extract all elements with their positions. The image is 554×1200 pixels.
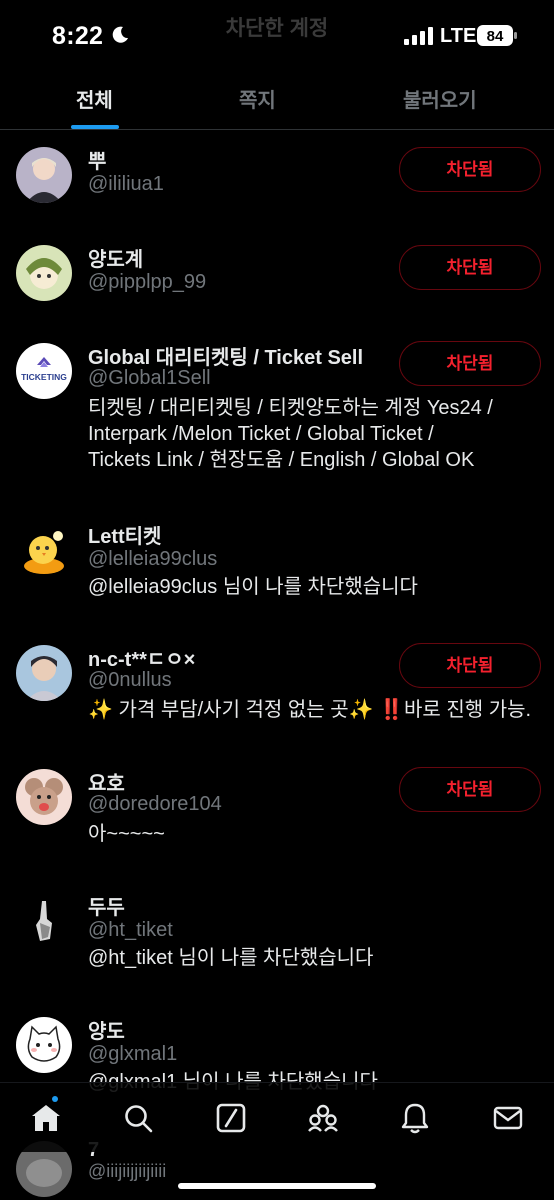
account-handle[interactable]: @glxmal1 <box>88 1043 177 1066</box>
grok-icon[interactable] <box>214 1101 248 1135</box>
account-handle[interactable]: @lelleia99clus <box>88 548 217 571</box>
account-bio: @ht_tiket 님이 나를 차단했습니다 <box>88 945 540 971</box>
avatar[interactable] <box>16 769 72 825</box>
bio-line: ✨ 가격 부담/사기 걱정 없는 곳✨ ‼️바로 진행 가능. <box>88 699 532 721</box>
blocked-button[interactable]: 차단됨 <box>399 341 541 386</box>
account-handle[interactable]: @pipplpp_99 <box>88 271 206 294</box>
avatar[interactable] <box>16 522 72 578</box>
battery-level: 84 <box>487 28 504 45</box>
avatar[interactable]: TICKETING <box>16 343 72 399</box>
status-time: 8:22 <box>52 22 104 50</box>
status-bar: 차단한 계정 8:22 LTE 84 <box>0 0 554 66</box>
avatar[interactable] <box>16 645 72 701</box>
blocked-button[interactable]: 차단됨 <box>399 643 541 688</box>
tab-messages[interactable]: 쪽지 <box>239 84 276 113</box>
bio-line: @lelleia99clus 님이 나를 차단했습니다 <box>88 576 418 598</box>
signal-icon <box>404 27 433 45</box>
messages-icon[interactable] <box>491 1101 525 1135</box>
avatar[interactable] <box>16 1017 72 1073</box>
blocked-button[interactable]: 차단됨 <box>399 245 541 290</box>
notifications-icon[interactable] <box>398 1101 432 1135</box>
account-name[interactable]: 양도 <box>88 1015 125 1044</box>
account-name[interactable]: 뿌 <box>88 145 106 174</box>
account-name[interactable]: n-c-t**ㄷㅇ× <box>88 643 195 672</box>
tab-bar: 전체 쪽지 불러오기 <box>0 66 554 130</box>
bio-line: @ht_tiket 님이 나를 차단했습니다 <box>88 947 374 969</box>
account-name[interactable]: 양도계 <box>88 243 143 272</box>
moon-icon <box>112 26 128 43</box>
communities-icon[interactable] <box>306 1101 340 1135</box>
new-posts-dot <box>52 1096 58 1102</box>
bio-line: 아~~~~~ <box>88 823 165 845</box>
blocked-button[interactable]: 차단됨 <box>399 147 541 192</box>
account-bio: 아~~~~~ <box>88 821 540 847</box>
tab-all[interactable]: 전체 <box>76 84 113 113</box>
tab-indicator <box>71 125 119 129</box>
account-bio: 티켓팅 / 대리티켓팅 / 티켓양도하는 계정 Yes24 / Interpar… <box>88 395 540 473</box>
account-name[interactable]: Global 대리티켓팅 / Ticket Sell <box>88 341 363 370</box>
bio-line: Interpark /Melon Ticket / Global Ticket … <box>88 423 434 445</box>
account-handle[interactable]: @0nullus <box>88 669 172 692</box>
account-name[interactable]: 요호 <box>88 767 125 796</box>
bio-line: Tickets Link / 현장도움 / English / Global O… <box>88 449 475 471</box>
network-type: LTE <box>440 25 477 47</box>
account-handle[interactable]: @ililiua1 <box>88 173 164 196</box>
account-handle[interactable]: @ht_tiket <box>88 919 173 942</box>
battery-icon: 84 <box>477 25 517 46</box>
bottom-nav <box>0 1082 554 1152</box>
search-icon[interactable] <box>121 1101 155 1135</box>
account-handle[interactable]: @iiijiijjiijiiii <box>88 1161 166 1182</box>
tab-import[interactable]: 불러오기 <box>403 84 477 113</box>
avatar[interactable] <box>16 245 72 301</box>
blocked-button[interactable]: 차단됨 <box>399 767 541 812</box>
account-handle[interactable]: @Global1Sell <box>88 367 211 390</box>
avatar[interactable] <box>16 147 72 203</box>
avatar[interactable] <box>16 893 72 949</box>
account-name[interactable]: Lett티켓 <box>88 520 161 549</box>
bio-line: 티켓팅 / 대리티켓팅 / 티켓양도하는 계정 Yes24 / <box>88 397 493 419</box>
account-handle[interactable]: @doredore104 <box>88 793 222 816</box>
account-bio: ✨ 가격 부담/사기 걱정 없는 곳✨ ‼️바로 진행 가능. <box>88 697 548 723</box>
account-bio: @lelleia99clus 님이 나를 차단했습니다 <box>88 574 540 600</box>
account-name[interactable]: 두두 <box>88 891 125 920</box>
avatar-logo-text: TICKETING <box>21 372 67 382</box>
home-icon[interactable] <box>29 1101 63 1135</box>
home-indicator <box>178 1183 376 1189</box>
